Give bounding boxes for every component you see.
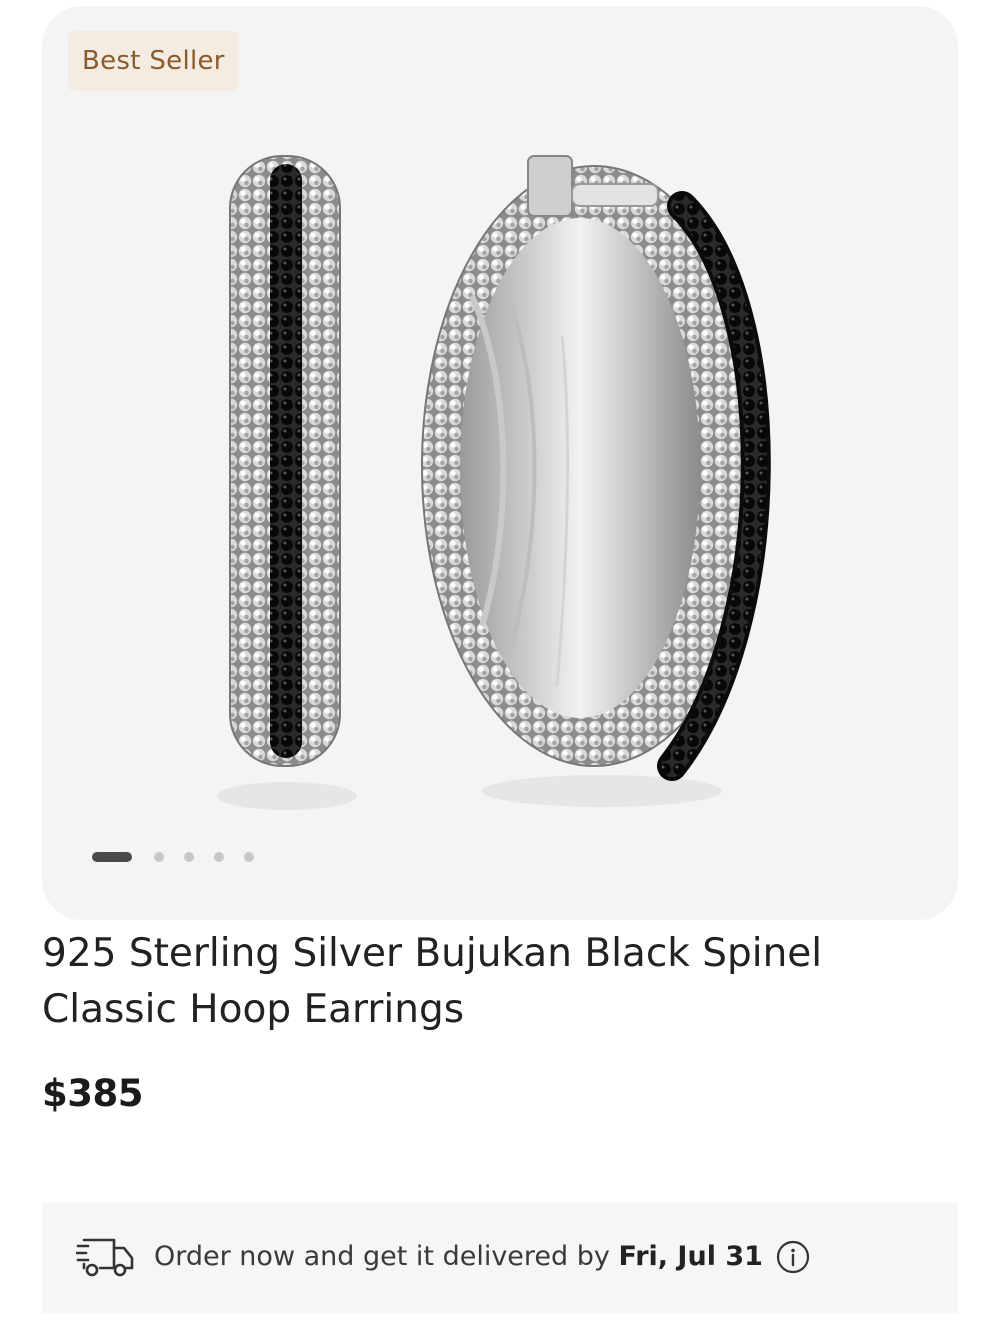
carousel-pagination[interactable] [92,852,274,862]
delivery-estimate-banner: Order now and get it delivered by Fri, J… [42,1203,958,1313]
carousel-dot[interactable] [244,852,254,862]
delivery-message: Order now and get it delivered by Fri, J… [154,1235,763,1279]
delivery-truck-icon [76,1238,134,1277]
product-title: 925 Sterling Silver Bujukan Black Spinel… [42,931,823,1032]
info-icon[interactable] [776,1240,810,1274]
product-photo [217,155,771,810]
product-price: $385 [42,1072,143,1115]
delivery-date: Fri, Jul 31 [618,1241,763,1272]
carousel-dot[interactable] [154,852,164,862]
best-seller-badge: Best Seller [68,31,239,91]
carousel-dot-active[interactable] [92,852,132,862]
carousel-dot[interactable] [214,852,224,862]
carousel-dot[interactable] [184,852,194,862]
product-image-gallery[interactable]: Best Seller [42,6,958,920]
delivery-prefix: Order now and get it delivered by [154,1241,610,1272]
